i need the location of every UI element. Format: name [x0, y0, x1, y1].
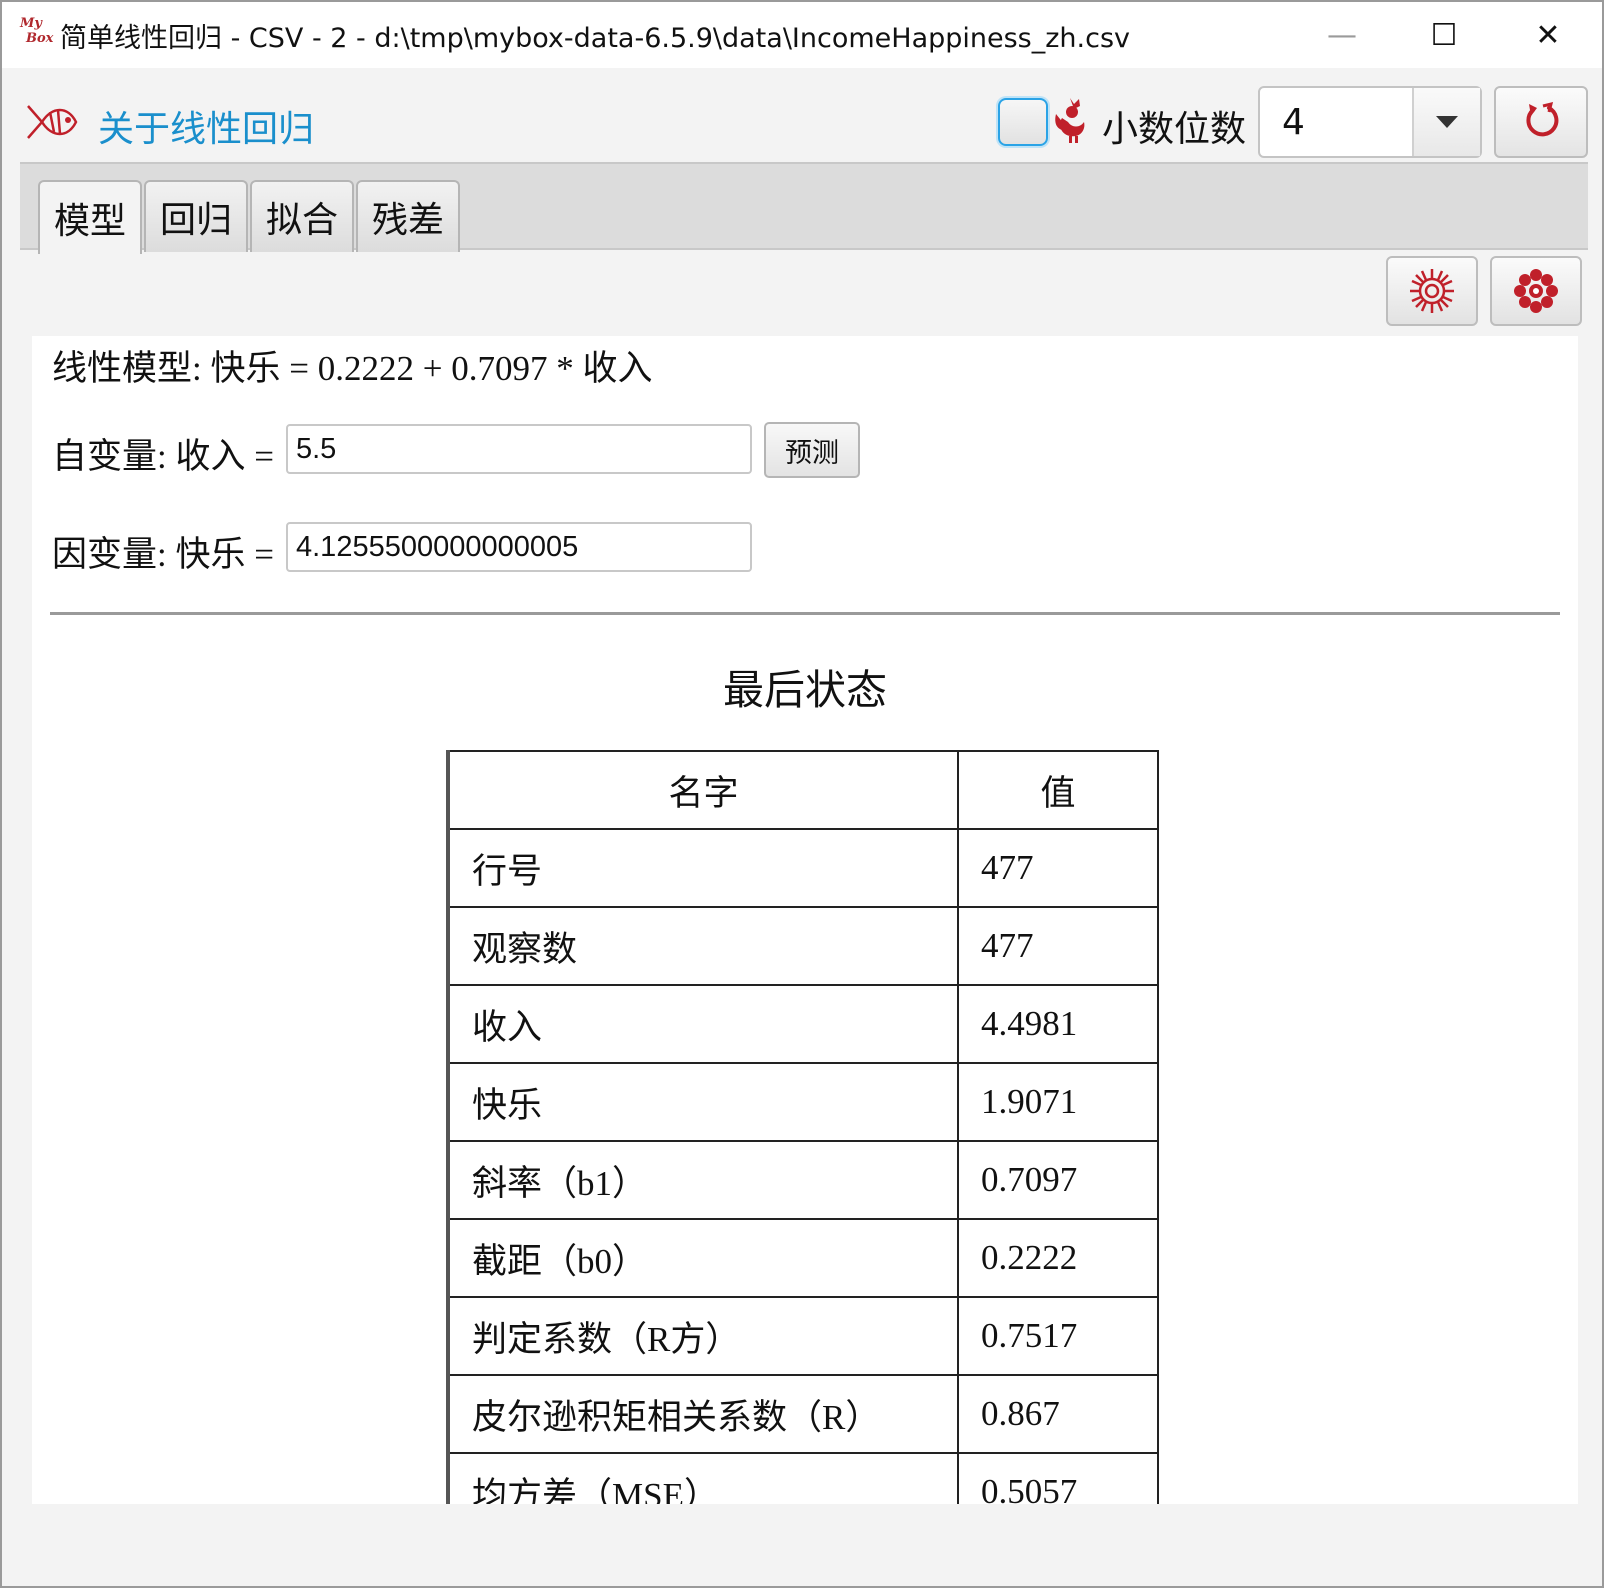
- decimal-places-label: 小数位数: [1102, 109, 1247, 150]
- tab-fit[interactable]: 拟合: [250, 180, 354, 252]
- popup-checkbox[interactable]: [998, 98, 1048, 146]
- row-value-cell: 477: [957, 906, 1159, 986]
- minimize-button[interactable]: —: [1292, 2, 1392, 68]
- row-name-cell: 判定系数（R方）: [446, 1296, 959, 1376]
- section-divider: [50, 612, 1560, 615]
- predict-button[interactable]: 预测: [764, 422, 860, 478]
- table-header-row: 名字 值: [446, 750, 1159, 830]
- maximize-button[interactable]: ☐: [1394, 2, 1494, 68]
- close-button[interactable]: ✕: [1498, 2, 1598, 68]
- row-name-cell: 快乐: [446, 1062, 959, 1142]
- flower-outline-icon: [1410, 269, 1454, 313]
- row-value-cell: 0.7097: [957, 1140, 1159, 1220]
- tab-model[interactable]: 模型: [38, 180, 142, 254]
- column-header-name: 名字: [446, 750, 959, 830]
- dependent-variable-output[interactable]: [286, 522, 752, 572]
- chevron-down-icon[interactable]: [1412, 88, 1480, 156]
- table-row: 斜率（b1） 0.7097: [446, 1140, 1159, 1220]
- last-status-table: 名字 值 行号 477 观察数 477 收入 4.4981 快乐 1.9071 …: [446, 750, 1159, 1504]
- tab-bar: 模型 回归 拟合 残差: [20, 162, 1588, 254]
- window-title: 简单线性回归 - CSV - 2 - d:\tmp\mybox-data-6.5…: [60, 23, 1131, 54]
- table-row: 快乐 1.9071: [446, 1062, 1159, 1142]
- rooster-icon: [1055, 98, 1085, 143]
- row-name-cell: 截距（b0）: [446, 1218, 959, 1298]
- row-name-cell: 皮尔逊积矩相关系数（R）: [446, 1374, 959, 1454]
- row-name-cell: 斜率（b1）: [446, 1140, 959, 1220]
- table-row: 截距（b0） 0.2222: [446, 1218, 1159, 1298]
- table-row: 判定系数（R方） 0.7517: [446, 1296, 1159, 1376]
- row-name-cell: 行号: [446, 828, 959, 908]
- row-value-cell: 0.867: [957, 1374, 1159, 1454]
- flower-filled-icon: [1514, 269, 1558, 313]
- save-html-button[interactable]: [1490, 256, 1582, 326]
- table-row: 观察数 477: [446, 906, 1159, 986]
- refresh-icon: [1526, 101, 1559, 137]
- last-status-title: 最后状态: [723, 667, 887, 713]
- fish-icon: [27, 105, 78, 139]
- view-html-button[interactable]: [1386, 256, 1478, 326]
- table-row: 行号 477: [446, 828, 1159, 908]
- decimal-places-value: 4: [1282, 102, 1305, 143]
- top-toolbar: 关于线性回归 小数位数 4: [2, 68, 1602, 164]
- tab-regression[interactable]: 回归: [144, 180, 248, 252]
- column-header-value: 值: [957, 750, 1159, 830]
- row-value-cell: 0.7517: [957, 1296, 1159, 1376]
- row-value-cell: 0.5057: [957, 1452, 1159, 1504]
- table-row: 皮尔逊积矩相关系数（R） 0.867: [446, 1374, 1159, 1454]
- table-row: 均方差（MSE） 0.5057: [446, 1452, 1159, 1504]
- row-value-cell: 477: [957, 828, 1159, 908]
- independent-variable-input[interactable]: [286, 424, 752, 474]
- about-linear-regression-link[interactable]: 关于线性回归: [98, 100, 314, 152]
- row-name-cell: 均方差（MSE）: [446, 1452, 959, 1504]
- row-value-cell: 4.4981: [957, 984, 1159, 1064]
- refresh-button[interactable]: [1494, 86, 1588, 158]
- app-window: My Box 简单线性回归 - CSV - 2 - d:\tmp\mybox-d…: [0, 0, 1604, 1588]
- title-bar: My Box 简单线性回归 - CSV - 2 - d:\tmp\mybox-d…: [2, 2, 1602, 68]
- tab-residual[interactable]: 残差: [356, 180, 460, 252]
- decimal-places-select[interactable]: 4: [1258, 86, 1482, 158]
- row-value-cell: 1.9071: [957, 1062, 1159, 1142]
- row-name-cell: 收入: [446, 984, 959, 1064]
- independent-variable-label: 自变量: 收入 =: [52, 437, 274, 476]
- model-content: 线性模型: 快乐 = 0.2222 + 0.7097 * 收入 自变量: 收入 …: [32, 336, 1578, 1504]
- model-equation: 线性模型: 快乐 = 0.2222 + 0.7097 * 收入: [52, 349, 653, 388]
- row-name-cell: 观察数: [446, 906, 959, 986]
- table-row: 收入 4.4981: [446, 984, 1159, 1064]
- row-value-cell: 0.2222: [957, 1218, 1159, 1298]
- mybox-logo-icon: My Box: [20, 16, 54, 46]
- dependent-variable-label: 因变量: 快乐 =: [52, 535, 274, 574]
